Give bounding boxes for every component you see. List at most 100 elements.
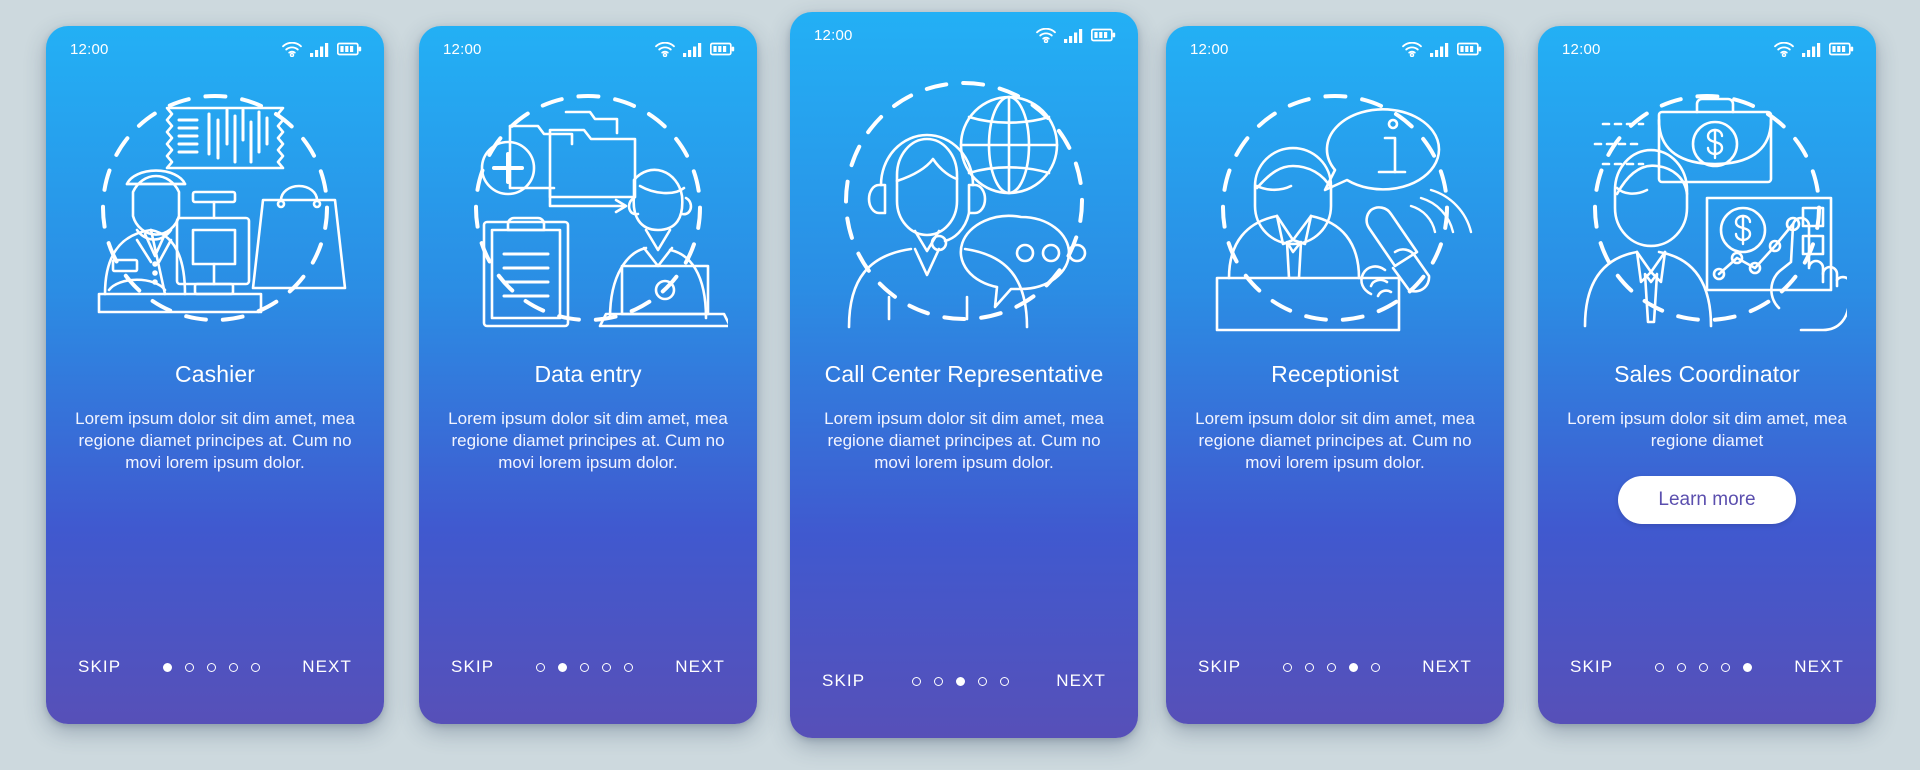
cellular-signal-icon [310,42,329,57]
status-clock: 12:00 [1562,40,1601,58]
skip-button[interactable]: SKIP [1568,653,1615,681]
onboarding-screens-canvas: 12:00 Cashier Lorem ipsum dolor sit dim … [0,0,1920,770]
next-button[interactable]: NEXT [1054,667,1108,695]
status-bar: 12:00 [1538,26,1876,72]
status-clock: 12:00 [814,26,853,44]
onboarding-nav: SKIP NEXT [790,646,1138,738]
page-title: Call Center Representative [824,361,1104,387]
pagination-dots [536,662,634,672]
wifi-icon [1402,41,1422,57]
screen-content: Cashier Lorem ipsum dolor sit dim amet, … [46,340,384,632]
pagination-dot-5[interactable] [624,662,634,672]
next-button[interactable]: NEXT [1420,653,1474,681]
onboarding-nav: SKIP NEXT [419,632,757,724]
pagination-dot-4[interactable] [978,676,988,686]
pagination-dot-3[interactable] [580,662,590,672]
learn-more-button[interactable]: Learn more [1618,476,1796,525]
page-title: Cashier [175,361,255,387]
skip-button[interactable]: SKIP [76,653,123,681]
call-center-illustration [790,58,1138,346]
skip-button[interactable]: SKIP [820,667,867,695]
pagination-dot-1[interactable] [163,662,173,672]
onboarding-screen-data-entry[interactable]: 12:00 Data entry Lorem ipsum dolor sit d… [419,26,757,724]
pagination-dot-4[interactable] [602,662,612,672]
next-button[interactable]: NEXT [1792,653,1846,681]
page-body-text: Lorem ipsum dolor sit dim amet, mea regi… [75,409,355,473]
onboarding-nav: SKIP NEXT [1166,632,1504,724]
next-button[interactable]: NEXT [673,653,727,681]
status-bar: 12:00 [790,12,1138,58]
battery-icon [337,42,362,56]
cellular-signal-icon [1430,42,1449,57]
screen-content: Data entry Lorem ipsum dolor sit dim ame… [419,340,757,632]
page-title: Sales Coordinator [1614,361,1800,387]
pagination-dot-2[interactable] [934,676,944,686]
page-title: Data entry [534,361,642,387]
status-icon-group [282,41,362,57]
wifi-icon [1774,41,1794,57]
onboarding-screen-call-center-representative[interactable]: 12:00 Call Center Representative Lorem i… [790,12,1138,738]
pagination-dot-2[interactable] [1305,662,1315,672]
page-body-text: Lorem ipsum dolor sit dim amet, mea regi… [824,409,1104,473]
battery-icon [710,42,735,56]
pagination-dot-5[interactable] [1000,676,1010,686]
pagination-dot-5[interactable] [1743,662,1753,672]
receptionist-illustration [1166,72,1504,340]
pagination-dot-4[interactable] [1349,662,1359,672]
status-icon-group [1036,27,1116,43]
pagination-dot-1[interactable] [536,662,546,672]
status-icon-group [1774,41,1854,57]
battery-icon [1091,28,1116,42]
onboarding-screen-receptionist[interactable]: 12:00 Receptionist Lorem ipsum dolor sit… [1166,26,1504,724]
pagination-dots [1283,662,1381,672]
onboarding-screen-cashier[interactable]: 12:00 Cashier Lorem ipsum dolor sit dim … [46,26,384,724]
page-body-text: Lorem ipsum dolor sit dim amet, mea regi… [1567,409,1847,451]
pagination-dot-2[interactable] [558,662,568,672]
cashier-illustration [46,72,384,340]
pagination-dots [163,662,261,672]
pagination-dot-3[interactable] [1699,662,1709,672]
status-clock: 12:00 [1190,40,1229,58]
pagination-dot-1[interactable] [912,676,922,686]
skip-button[interactable]: SKIP [1196,653,1243,681]
wifi-icon [655,41,675,57]
page-body-text: Lorem ipsum dolor sit dim amet, mea regi… [1195,409,1475,473]
page-title: Receptionist [1271,361,1399,387]
pagination-dot-4[interactable] [1721,662,1731,672]
onboarding-screen-sales-coordinator[interactable]: 12:00 Sales Coordinator Lorem ipsum dolo… [1538,26,1876,724]
pagination-dot-3[interactable] [1327,662,1337,672]
status-bar: 12:00 [46,26,384,72]
status-icon-group [1402,41,1482,57]
status-bar: 12:00 [419,26,757,72]
pagination-dot-2[interactable] [1677,662,1687,672]
status-clock: 12:00 [443,40,482,58]
onboarding-nav: SKIP NEXT [1538,632,1876,724]
pagination-dots [912,676,1010,686]
status-icon-group [655,41,735,57]
wifi-icon [1036,27,1056,43]
next-button[interactable]: NEXT [300,653,354,681]
pagination-dot-1[interactable] [1283,662,1293,672]
skip-button[interactable]: SKIP [449,653,496,681]
wifi-icon [282,41,302,57]
pagination-dot-5[interactable] [1371,662,1381,672]
cellular-signal-icon [683,42,702,57]
cellular-signal-icon [1064,28,1083,43]
pagination-dot-3[interactable] [956,676,966,686]
pagination-dot-1[interactable] [1655,662,1665,672]
screen-content: Call Center Representative Lorem ipsum d… [790,346,1138,646]
onboarding-nav: SKIP NEXT [46,632,384,724]
pagination-dot-3[interactable] [207,662,217,672]
battery-icon [1829,42,1854,56]
screen-content: Sales Coordinator Lorem ipsum dolor sit … [1538,340,1876,632]
data-entry-illustration [419,72,757,340]
pagination-dot-5[interactable] [251,662,261,672]
status-bar: 12:00 [1166,26,1504,72]
cellular-signal-icon [1802,42,1821,57]
pagination-dot-2[interactable] [185,662,195,672]
pagination-dot-4[interactable] [229,662,239,672]
page-body-text: Lorem ipsum dolor sit dim amet, mea regi… [448,409,728,473]
screen-content: Receptionist Lorem ipsum dolor sit dim a… [1166,340,1504,632]
battery-icon [1457,42,1482,56]
pagination-dots [1655,662,1753,672]
